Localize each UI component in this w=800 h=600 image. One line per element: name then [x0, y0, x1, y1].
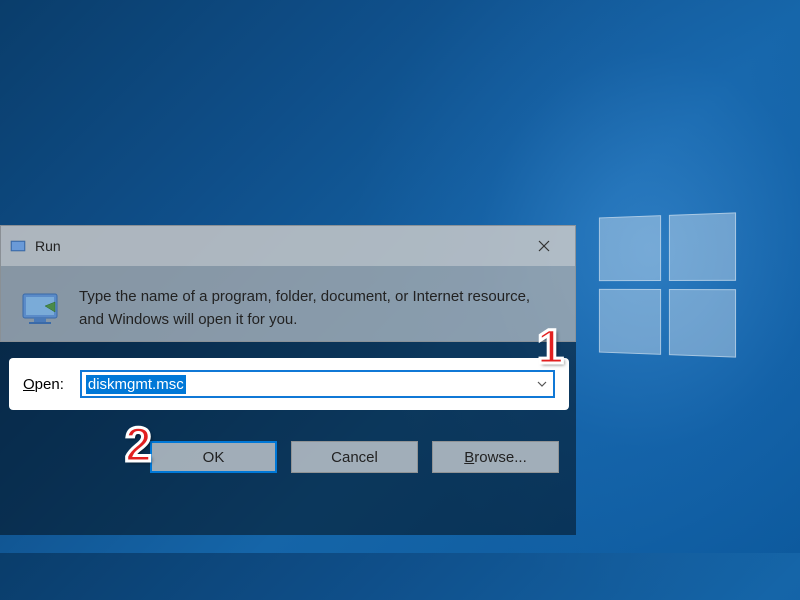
open-label: Open:	[23, 376, 64, 393]
close-icon	[538, 240, 550, 252]
dialog-body: Type the name of a program, folder, docu…	[1, 266, 575, 341]
input-row-highlight: Open: diskmgmt.msc	[9, 358, 569, 410]
dialog-title: Run	[35, 238, 521, 254]
titlebar[interactable]: Run	[1, 226, 575, 266]
run-titlebar-icon	[9, 237, 27, 255]
close-button[interactable]	[521, 230, 567, 262]
chevron-down-icon[interactable]	[531, 372, 553, 396]
browse-button[interactable]: Browse...	[432, 441, 559, 473]
open-input[interactable]	[82, 372, 531, 396]
open-combobox[interactable]: diskmgmt.msc	[80, 370, 555, 398]
button-row: OK Cancel Browse...	[1, 431, 577, 491]
cancel-button[interactable]: Cancel	[291, 441, 418, 473]
dialog-description: Type the name of a program, folder, docu…	[79, 286, 557, 331]
run-program-icon	[19, 286, 61, 328]
run-dialog: Run Type the name of a program, folder, …	[0, 225, 576, 342]
windows-logo	[599, 212, 736, 357]
ok-button[interactable]: OK	[150, 441, 277, 473]
